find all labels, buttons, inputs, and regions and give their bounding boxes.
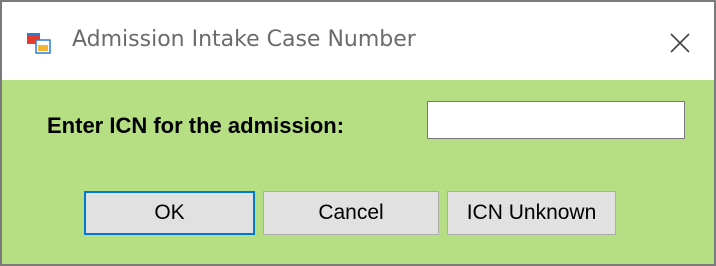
close-icon[interactable] xyxy=(666,29,694,57)
ok-button[interactable]: OK xyxy=(84,191,255,235)
icn-prompt-label: Enter ICN for the admission: xyxy=(47,113,345,138)
dialog-window: Admission Intake Case Number Enter ICN f… xyxy=(0,0,716,266)
cancel-button[interactable]: Cancel xyxy=(263,191,439,235)
title-bar[interactable]: Admission Intake Case Number xyxy=(2,2,714,80)
windows-form-icon xyxy=(27,31,51,55)
window-title: Admission Intake Case Number xyxy=(72,27,416,52)
icn-unknown-button[interactable]: ICN Unknown xyxy=(447,191,616,235)
dialog-body: Enter ICN for the admission: OK Cancel I… xyxy=(2,80,714,264)
icn-input[interactable] xyxy=(427,101,685,139)
